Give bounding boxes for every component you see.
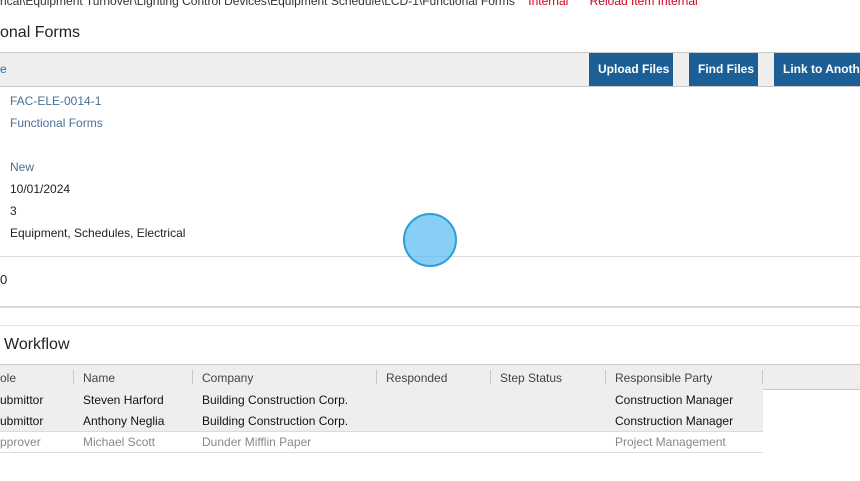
count-value: 3 <box>10 204 17 218</box>
section-title-workflow: Workflow <box>4 336 70 353</box>
files-toolbar: e Upload Files Find Files Link to Anothe <box>0 52 860 87</box>
cell-role: ubmittor <box>0 414 44 428</box>
breadcrumb-path: rical\Equipment Turnover\Lighting Contro… <box>0 0 515 8</box>
col-role[interactable]: ole <box>0 371 16 385</box>
table-row[interactable]: ubmittor Anthony Neglia Building Constru… <box>0 410 763 432</box>
cell-role: pprover <box>0 435 41 449</box>
status-link[interactable]: New <box>10 160 34 174</box>
section-separator <box>0 306 860 326</box>
col-separator[interactable] <box>762 370 763 384</box>
grid-header: ole Name Company Responded Step Status R… <box>0 364 860 390</box>
breadcrumb: rical\Equipment Turnover\Lighting Contro… <box>0 0 698 8</box>
find-files-button[interactable]: Find Files <box>689 53 758 86</box>
col-name[interactable]: Name <box>83 371 115 385</box>
col-separator[interactable] <box>490 370 491 384</box>
col-separator[interactable] <box>605 370 606 384</box>
click-indicator <box>403 213 457 267</box>
col-separator[interactable] <box>376 370 377 384</box>
footer-value: 0 <box>0 272 8 287</box>
cell-name: Anthony Neglia <box>83 414 165 428</box>
col-separator[interactable] <box>192 370 193 384</box>
reload-item-internal-link[interactable]: Reload Item Internal <box>590 0 698 8</box>
date-value: 10/01/2024 <box>10 182 71 196</box>
col-responded[interactable]: Responded <box>386 371 447 385</box>
cell-responsible-party: Construction Manager <box>615 414 734 428</box>
toolbar-link[interactable]: e <box>0 62 7 76</box>
table-row[interactable]: pprover Michael Scott Dunder Mifflin Pap… <box>0 431 763 453</box>
cell-company: Building Construction Corp. <box>202 414 349 428</box>
link-to-another-button[interactable]: Link to Anothe <box>774 53 860 86</box>
section-title-forms: onal Forms <box>0 24 81 41</box>
cell-responsible-party: Project Management <box>615 435 726 449</box>
cell-company: Dunder Mifflin Paper <box>202 435 312 449</box>
cell-role: ubmittor <box>0 393 44 407</box>
form-id-link[interactable]: FAC-ELE-0014-1 <box>10 94 101 108</box>
cell-responsible-party: Construction Manager <box>615 393 734 407</box>
col-separator[interactable] <box>73 370 74 384</box>
form-type-link[interactable]: Functional Forms <box>10 116 103 130</box>
cell-name: Steven Harford <box>83 393 164 407</box>
cell-name: Michael Scott <box>83 435 156 449</box>
table-row[interactable]: ubmittor Steven Harford Building Constru… <box>0 389 763 411</box>
col-step-status[interactable]: Step Status <box>500 371 562 385</box>
col-company[interactable]: Company <box>202 371 253 385</box>
internal-link[interactable]: Internal <box>528 0 568 8</box>
upload-files-button[interactable]: Upload Files <box>589 53 673 86</box>
tags-value: Equipment, Schedules, Electrical <box>10 226 186 240</box>
col-responsible-party[interactable]: Responsible Party <box>615 371 712 385</box>
cell-company: Building Construction Corp. <box>202 393 349 407</box>
